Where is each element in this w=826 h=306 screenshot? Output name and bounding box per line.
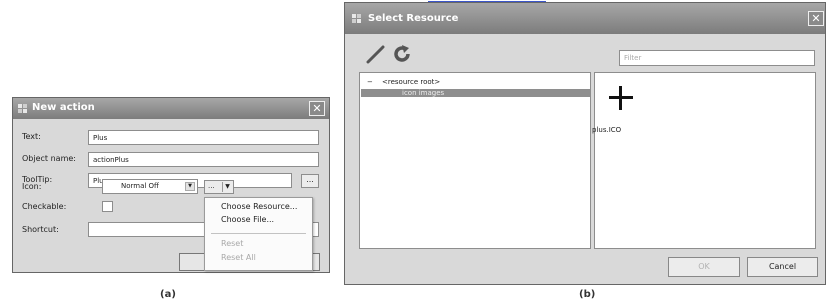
chevron-down-icon: ▼: [185, 182, 195, 191]
close-icon: ✕: [312, 102, 322, 115]
resource-name[interactable]: plus.ICO: [592, 126, 621, 134]
edit-pencil-icon[interactable]: [365, 43, 387, 65]
menu-item-choose-file[interactable]: Choose File...: [221, 215, 274, 224]
plus-icon[interactable]: [608, 85, 634, 111]
filter-input[interactable]: Filter: [619, 50, 815, 66]
close-button[interactable]: ✕: [808, 11, 824, 26]
icon-menu-button[interactable]: ... ▼: [204, 180, 234, 194]
caption-a: (a): [160, 289, 176, 300]
object-name-label: Object name:: [22, 154, 76, 163]
window-logo-icon: [18, 104, 27, 113]
icon-menu-button-label: ...: [208, 182, 215, 190]
tooltip-edit-button[interactable]: ...: [301, 174, 319, 188]
text-label: Text:: [22, 132, 41, 141]
menu-item-reset-all[interactable]: Reset All: [221, 253, 256, 262]
icon-context-menu: Choose Resource... Choose File... Reset …: [204, 197, 313, 271]
window-logo-icon: [352, 14, 361, 23]
dialog-title: Select Resource: [368, 13, 459, 24]
icon-mode-select[interactable]: Normal Off ▼: [102, 179, 198, 194]
menu-item-reset[interactable]: Reset: [221, 239, 243, 248]
menu-separator: [211, 233, 306, 234]
select-resource-dialog: Select Resource ✕ Filter − <resource roo…: [344, 2, 826, 285]
icon-mode-value: Normal Off: [121, 182, 159, 190]
dropdown-arrow-icon: ▼: [222, 182, 232, 192]
title-bar[interactable]: New action ✕: [13, 98, 329, 119]
tree-root-item[interactable]: <resource root>: [382, 78, 440, 86]
cancel-button[interactable]: Cancel: [747, 257, 818, 277]
icon-label: Icon:: [22, 182, 42, 191]
text-input[interactable]: Plus: [88, 130, 319, 145]
tree-item-icon-images[interactable]: icon images: [361, 89, 590, 97]
title-bar[interactable]: Select Resource ✕: [345, 3, 825, 34]
close-icon: ✕: [811, 12, 821, 25]
checkable-checkbox[interactable]: [102, 201, 113, 212]
resource-tree[interactable]: − <resource root> icon images: [359, 72, 591, 249]
checkable-label: Checkable:: [22, 202, 67, 211]
ok-button[interactable]: OK: [668, 257, 740, 277]
shortcut-label: Shortcut:: [22, 225, 59, 234]
new-action-dialog: New action ✕ Text: Plus Object name: act…: [12, 97, 330, 273]
reload-icon[interactable]: [391, 43, 413, 65]
dialog-title: New action: [32, 102, 95, 113]
object-name-input[interactable]: actionPlus: [88, 152, 319, 167]
close-button[interactable]: ✕: [309, 101, 325, 116]
menu-item-choose-resource[interactable]: Choose Resource...: [221, 202, 297, 211]
caption-b: (b): [579, 289, 596, 300]
tree-expander-icon[interactable]: −: [367, 78, 373, 86]
